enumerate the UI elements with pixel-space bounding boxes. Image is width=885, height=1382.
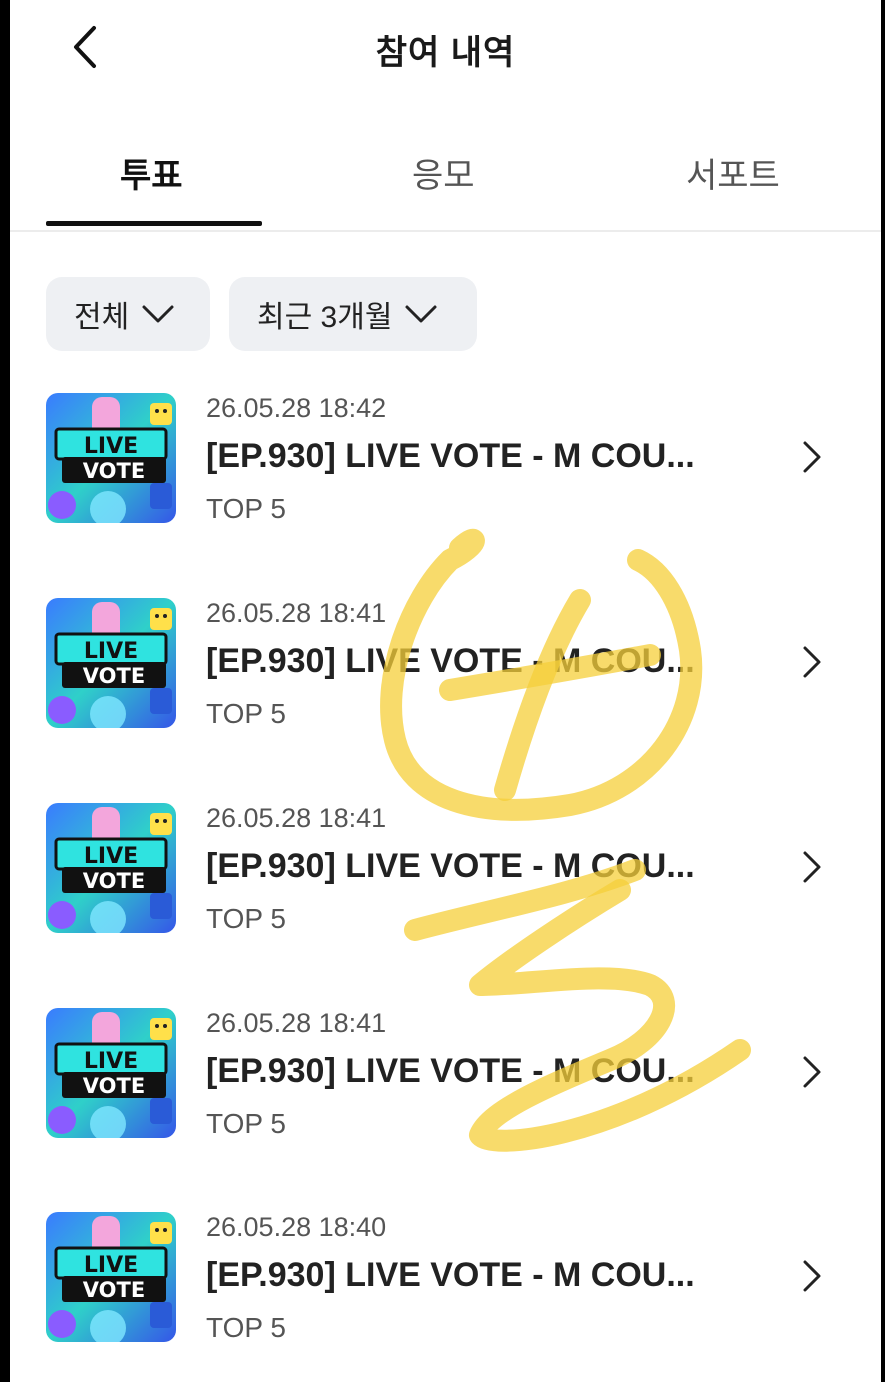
list-item[interactable]: LIVE VOTE 26.05.28 18:42 [EP.930] LIVE V… [10,393,881,573]
chevron-down-icon [405,305,437,323]
live-vote-thumbnail: LIVE VOTE [46,803,176,933]
tab-entry[interactable]: 응모 [412,148,475,197]
item-date: 26.05.28 18:41 [206,1008,387,1038]
chevron-right-icon [803,1056,821,1088]
item-title: [EP.930] LIVE VOTE - M COU... [206,437,695,475]
item-subtitle: TOP 5 [206,1312,286,1343]
list-item[interactable]: LIVE VOTE 26.05.28 18:41 [EP.930] LIVE V… [10,598,881,778]
thumbnail-line2: VOTE [83,1278,145,1302]
chevron-down-icon [142,305,174,323]
item-subtitle: TOP 5 [206,1108,286,1139]
item-date: 26.05.28 18:41 [206,598,387,628]
chevron-right-icon [803,646,821,678]
thumbnail-line1: LIVE [84,434,138,459]
thumbnail-line1: LIVE [84,639,138,664]
active-tab-indicator [46,221,262,226]
list-item[interactable]: LIVE VOTE 26.05.28 18:40 [EP.930] LIVE V… [10,1212,881,1382]
item-date: 26.05.28 18:42 [206,393,387,423]
thumbnail-line1: LIVE [84,844,138,869]
item-date: 26.05.28 18:40 [206,1212,387,1242]
chevron-right-icon [803,441,821,473]
live-vote-thumbnail: LIVE VOTE [46,1008,176,1138]
item-date: 26.05.28 18:41 [206,803,387,833]
chevron-right-icon [803,851,821,883]
item-title: [EP.930] LIVE VOTE - M COU... [206,1052,695,1090]
tab-support[interactable]: 서포트 [686,148,780,197]
tab-bar: 투표 응모 서포트 [10,130,881,232]
filter-period-label: 최근 3개월 [257,301,393,334]
filter-period-dropdown[interactable]: 최근 3개월 [229,277,477,351]
page-title: 참여 내역 [375,34,516,72]
chevron-right-icon [803,1260,821,1292]
live-vote-thumbnail: LIVE VOTE [46,393,176,523]
live-vote-thumbnail: LIVE VOTE [46,598,176,728]
thumbnail-line2: VOTE [83,1074,145,1098]
item-subtitle: TOP 5 [206,493,286,524]
thumbnail-line1: LIVE [84,1049,138,1074]
filter-all-label: 전체 [74,301,130,334]
thumbnail-line2: VOTE [83,664,145,688]
item-subtitle: TOP 5 [206,698,286,729]
item-title: [EP.930] LIVE VOTE - M COU... [206,1256,695,1294]
live-vote-thumbnail: LIVE VOTE [46,1212,176,1342]
item-title: [EP.930] LIVE VOTE - M COU... [206,847,695,885]
list-item[interactable]: LIVE VOTE 26.05.28 18:41 [EP.930] LIVE V… [10,1008,881,1188]
item-subtitle: TOP 5 [206,903,286,934]
list-item[interactable]: LIVE VOTE 26.05.28 18:41 [EP.930] LIVE V… [10,803,881,983]
header: 참여 내역 [10,0,881,100]
thumbnail-line2: VOTE [83,459,145,483]
thumbnail-line2: VOTE [83,869,145,893]
item-title: [EP.930] LIVE VOTE - M COU... [206,642,695,680]
screen: 참여 내역 투표 응모 서포트 전체 최근 3개월 LIVE VOTE 26.0… [10,0,881,1382]
filter-all-dropdown[interactable]: 전체 [46,277,210,351]
tab-vote[interactable]: 투표 [120,148,183,197]
thumbnail-line1: LIVE [84,1253,138,1278]
